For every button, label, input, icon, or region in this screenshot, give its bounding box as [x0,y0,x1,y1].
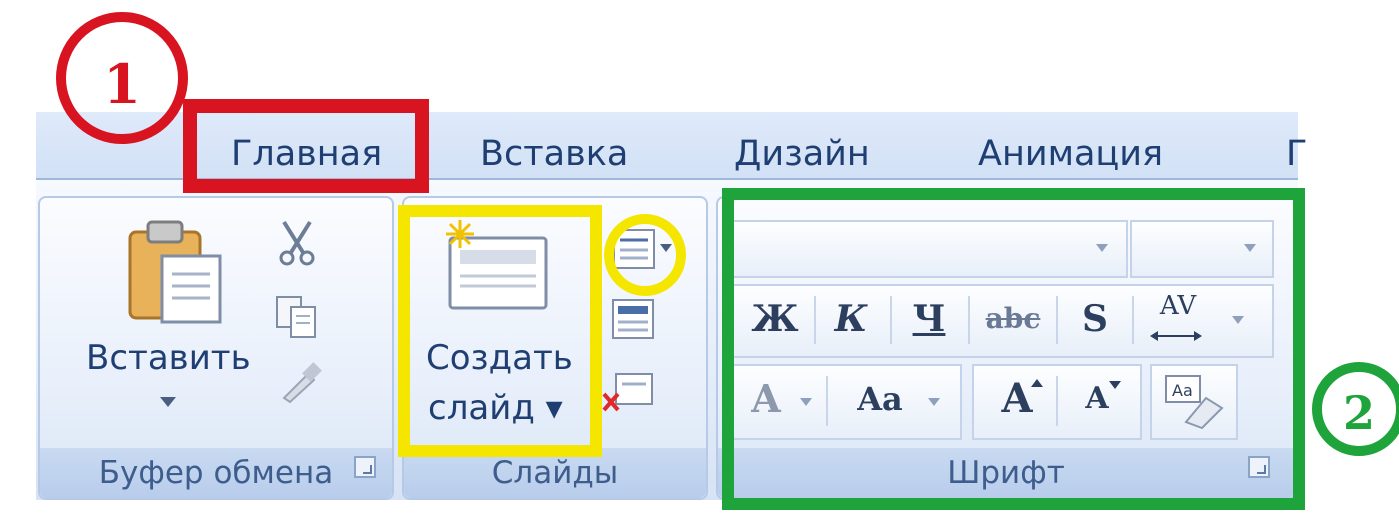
clipboard-group-label: Буфер обмена [40,448,392,498]
paste-icon [124,218,234,328]
annotation-number-1: 1 [103,52,141,116]
highlight-new-slide [398,205,602,457]
copy-icon[interactable] [274,294,320,340]
highlight-font-group [722,188,1305,510]
delete-slide-icon[interactable] [600,370,656,414]
tab-insert[interactable]: Вставка [480,128,628,180]
clipboard-dialog-launcher[interactable] [354,456,376,478]
clipboard-group: Вставить Буфер обмена [38,196,394,500]
highlight-layout-circle [604,214,686,296]
paste-button-label[interactable]: Вставить [86,338,251,378]
highlight-home-tab [183,99,429,193]
paste-dropdown-arrow[interactable] [158,394,178,408]
annotation-circle-2: 2 [1312,362,1399,456]
tab-animation[interactable]: Анимация [978,128,1163,180]
tab-next-partial[interactable]: Г [1286,128,1307,180]
cut-icon[interactable] [276,220,318,266]
format-painter-icon[interactable] [278,360,322,404]
annotation-number-2: 2 [1342,386,1375,440]
annotation-circle-1: 1 [56,12,188,144]
reset-slide-icon[interactable] [610,294,656,342]
tab-design[interactable]: Дизайн [734,128,870,180]
